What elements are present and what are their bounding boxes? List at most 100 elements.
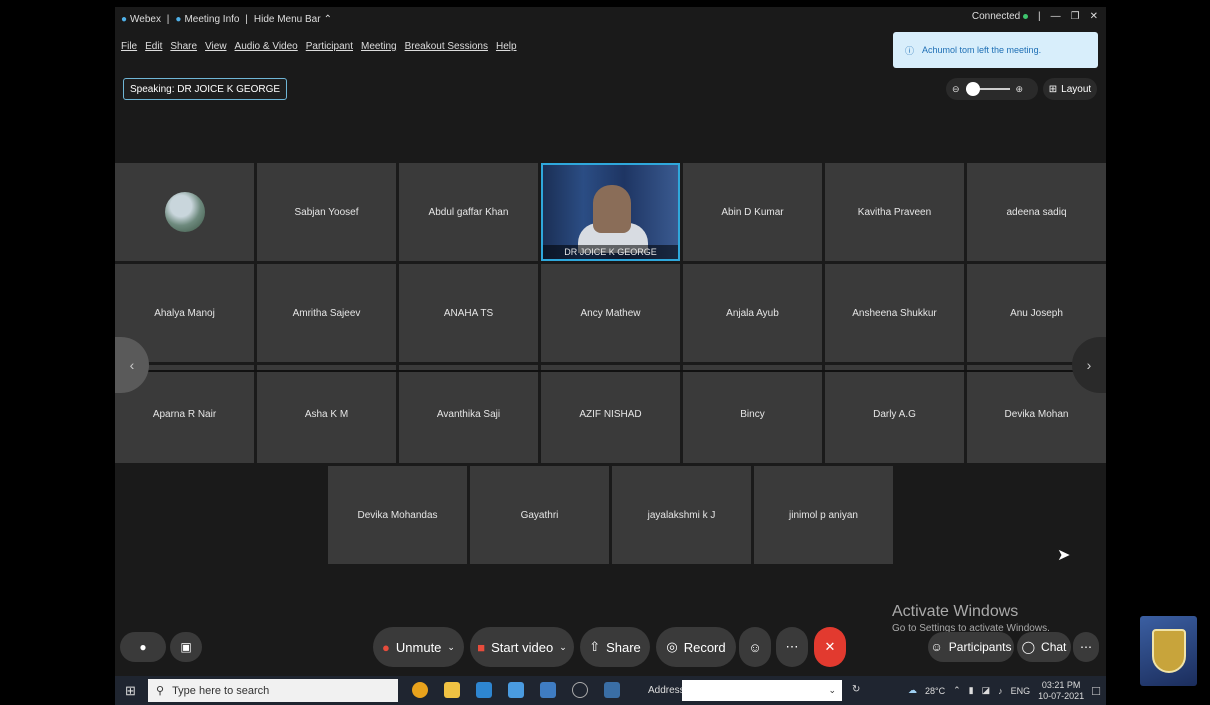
zoom-track[interactable] [965,82,1010,96]
start-video-button[interactable]: ■ Start video ⌄ [470,627,574,667]
participant-tile[interactable]: ANAHA TS [399,264,538,362]
menu-edit[interactable]: Edit [145,41,162,55]
webex-window: ● Webex | ● Meeting Info | Hide Menu Bar… [115,7,1106,705]
meeting-controls: ● ▣ ● Unmute ⌄ ■ Start video ⌄ ⇧ Share ◎… [115,627,1106,667]
participant-tile[interactable]: Ansheena Shukkur [825,264,964,362]
weather-icon: ☁ [907,685,917,695]
chrome-app-icon[interactable] [412,682,428,698]
volume-icon[interactable]: ♪ [998,686,1003,696]
chevron-up-icon: ⌃ [323,13,332,25]
chevron-down-icon: ⌄ [559,641,567,652]
connection-status: Connected [972,11,1029,22]
active-speaker-tile[interactable]: DR JOICE K GEORGE [541,163,680,261]
participant-tile[interactable]: jayalakshmi k J [612,466,751,564]
webex-app-label[interactable]: ● Webex | [121,14,169,25]
menu-meeting[interactable]: Meeting [361,41,397,55]
record-button[interactable]: ◎ Record [656,627,736,667]
taskbar-search-box[interactable]: ⚲ Type here to search [148,679,398,702]
chevron-right-icon: › [1086,357,1092,373]
grid-row-4: Devika Mohandas Gayathri jayalakshmi k J… [328,466,893,564]
record-icon: ◎ [666,639,678,654]
meeting-info-button[interactable]: ● Meeting Info | [175,14,247,25]
reactions-button[interactable]: ☺ [739,627,771,667]
participant-tile[interactable]: Anjala Ayub [683,264,822,362]
zoom-slider[interactable]: ⊖ ⊕ [946,78,1038,100]
network-icon[interactable]: ◪ [982,685,991,696]
participants-button[interactable]: ☺ Participants [928,632,1014,662]
restore-icon[interactable]: ❐ [1071,11,1080,22]
participant-tile[interactable]: Abdul gaffar Khan [399,163,538,261]
mic-muted-icon: ● [382,639,390,655]
leave-meeting-button[interactable]: ✕ [814,627,846,667]
participant-tile[interactable]: adeena sadiq [967,163,1106,261]
captions-button[interactable]: ▣ [170,632,202,662]
speaker-video-head [593,185,631,233]
zoom-out-icon[interactable]: ⊖ [952,84,960,95]
battery-icon[interactable]: ▮ [969,685,974,696]
participant-tile[interactable]: Avanthika Saji [399,365,538,463]
mouse-cursor-icon: ➤ [1057,547,1071,564]
taskbar-clock[interactable]: 03:21 PM 10-07-2021 [1038,680,1084,702]
audio-connection-button[interactable]: ● [120,632,166,662]
participant-tile[interactable]: Asha K M [257,365,396,463]
menu-participant[interactable]: Participant [306,41,353,55]
windows-start-icon[interactable]: ⊞ [125,683,136,699]
participant-tile[interactable]: Kavitha Praveen [825,163,964,261]
photos-app-icon[interactable] [540,682,556,698]
participant-tile[interactable] [115,163,254,261]
video-off-icon: ■ [477,639,486,655]
participant-tile[interactable]: jinimol p aniyan [754,466,893,564]
layout-button[interactable]: ⊞ Layout [1043,78,1097,100]
minimize-icon[interactable]: — [1051,11,1061,22]
address-bar[interactable]: ⌄ [682,680,842,701]
participant-tile[interactable]: Abin D Kumar [683,163,822,261]
layout-grid-icon: ⊞ [1048,83,1058,95]
menu-breakout-sessions[interactable]: Breakout Sessions [405,41,488,55]
participant-tile[interactable]: Darly A.G [825,365,964,463]
menu-view[interactable]: View [205,41,227,55]
store-app-icon[interactable] [476,682,492,698]
info-icon: ● [175,13,182,25]
speaker-name-caption: DR JOICE K GEORGE [543,245,678,259]
participant-tile[interactable]: Devika Mohandas [328,466,467,564]
chevron-down-icon: ⌄ [828,685,836,695]
menu-help[interactable]: Help [496,41,517,55]
participant-tile[interactable]: Gayathri [470,466,609,564]
page-divider [115,370,1106,372]
grid-row-3: Aparna R Nair Asha K M Avanthika Saji AZ… [115,365,1106,463]
close-icon: ✕ [824,639,836,654]
participant-tile[interactable]: AZIF NISHAD [541,365,680,463]
address-label: Address [648,685,685,696]
close-icon[interactable]: ✕ [1090,11,1098,22]
panel-more-button[interactable]: ⋯ [1073,632,1099,662]
participant-avatar [164,192,205,232]
participant-tile[interactable]: Ancy Mathew [541,264,680,362]
participant-tile[interactable]: Amritha Sajeev [257,264,396,362]
webex-taskbar-icon[interactable] [604,682,620,698]
zoom-knob[interactable] [965,82,980,96]
share-button[interactable]: ⇧ Share [580,627,650,667]
connected-dot-icon [1023,14,1029,19]
refresh-icon[interactable]: ↻ [852,684,860,695]
hide-menu-bar-button[interactable]: Hide Menu Bar ⌃ [254,14,332,25]
file-explorer-icon[interactable] [444,682,460,698]
chat-button[interactable]: ◯ Chat [1017,632,1071,662]
menu-file[interactable]: File [121,41,137,55]
zoom-in-icon[interactable]: ⊕ [1016,84,1024,95]
university-crest-logo [1140,616,1197,686]
more-options-button[interactable]: ⋯ [776,627,808,667]
unmute-button[interactable]: ● Unmute ⌄ [373,627,464,667]
smiley-icon: ☺ [748,639,762,655]
system-tray: ☁ 28°C ⌃ ▮ ◪ ♪ ENG 03:21 PM 10-07-2021 □ [907,679,1100,702]
chevron-down-icon: ⌄ [447,641,455,652]
notification-center-icon[interactable]: □ [1092,683,1100,698]
menu-audio-video[interactable]: Audio & Video [235,41,298,55]
media-app-icon[interactable] [508,682,524,698]
participant-tile[interactable]: Bincy [683,365,822,463]
menu-share[interactable]: Share [170,41,197,55]
chevron-up-icon[interactable]: ⌃ [953,685,961,696]
left-meeting-notification: ⓘ Achumol tom left the meeting. [893,32,1098,68]
browser-app-icon[interactable] [572,682,588,698]
ellipsis-icon: ⋯ [1080,640,1092,654]
participant-tile[interactable]: Sabjan Yoosef [257,163,396,261]
